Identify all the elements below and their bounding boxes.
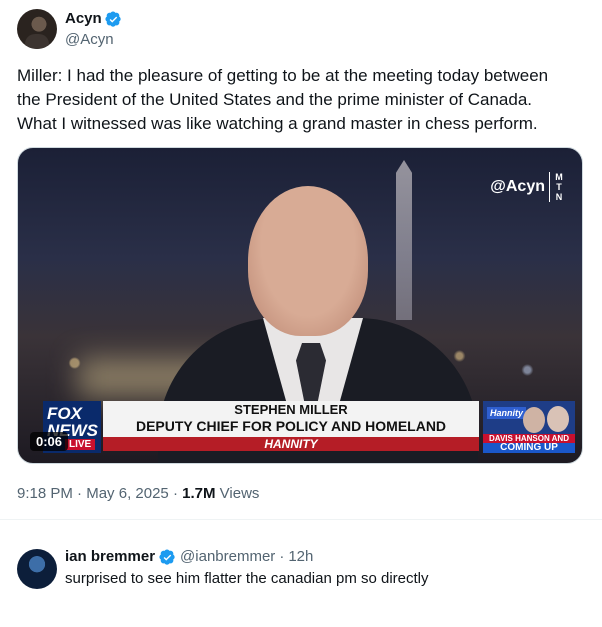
coming-up-promo: Hannity DAVIS HANSON AND PRIEBUS COMING … xyxy=(483,401,575,453)
video-watermark: @Acyn M T N xyxy=(490,172,564,202)
author-name-row: Acyn xyxy=(65,10,122,28)
reply-author-row: ian bremmer @ianbremmer · 12h xyxy=(65,548,313,566)
promo-guest-photo xyxy=(547,406,569,432)
reply-text: surprised to see him flatter the canadia… xyxy=(65,570,429,587)
promo-coming-up: COMING UP xyxy=(483,443,575,453)
tweet-text-line: Miller: I had the pleasure of getting to… xyxy=(17,66,549,85)
tweet-time[interactable]: 9:18 PM xyxy=(17,485,73,502)
views-label: Views xyxy=(219,485,260,502)
main-tweet[interactable]: Acyn @Acyn Miller: I had the pleasure of… xyxy=(0,0,602,520)
verified-badge-icon xyxy=(105,10,121,27)
reply-tweet[interactable]: ian bremmer @ianbremmer · 12h surprised … xyxy=(0,538,602,598)
video-person-head xyxy=(248,186,368,336)
tweet-text-line: What I witnessed was like watching a gra… xyxy=(17,114,538,133)
video-background-monument xyxy=(396,160,412,320)
reply-handle[interactable]: @ianbremmer xyxy=(180,548,275,566)
reply-display-name[interactable]: ian bremmer xyxy=(65,548,155,566)
tweet-text-line: the President of the United States and t… xyxy=(17,90,533,109)
author-display-name[interactable]: Acyn xyxy=(65,10,102,28)
author-handle[interactable]: @Acyn xyxy=(65,31,114,49)
reply-separator: · xyxy=(279,548,285,565)
verified-badge-icon xyxy=(159,548,175,565)
watermark-divider xyxy=(549,172,550,202)
chyron-name: STEPHEN MILLER xyxy=(234,402,348,417)
author-avatar[interactable] xyxy=(17,9,57,49)
video-player[interactable]: @Acyn M T N FOX NEWS LIVE STEPHEN MILLER… xyxy=(17,147,583,464)
tweet-text: Miller: I had the pleasure of getting to… xyxy=(17,64,587,136)
chyron: STEPHEN MILLER DEPUTY CHIEF FOR POLICY A… xyxy=(103,401,479,452)
tweet-meta: 9:18 PM · May 6, 2025 · 1.7M Views xyxy=(17,484,259,504)
reply-author-avatar[interactable] xyxy=(17,549,57,589)
chyron-show-name: HANNITY xyxy=(103,437,479,451)
watermark-mtn: M T N xyxy=(555,172,563,202)
tweet-date[interactable]: May 6, 2025 xyxy=(86,485,169,502)
fox-logo-top: FOX xyxy=(47,404,82,423)
views-count[interactable]: 1.7M xyxy=(182,485,215,502)
reply-age[interactable]: 12h xyxy=(288,548,313,566)
meta-separator: · xyxy=(77,485,83,502)
meta-separator: · xyxy=(172,485,178,502)
promo-guest-photo xyxy=(523,407,545,433)
promo-show-tag: Hannity xyxy=(487,407,527,419)
fox-live-tag: LIVE xyxy=(65,439,96,450)
video-lower-third: FOX NEWS LIVE STEPHEN MILLER DEPUTY CHIE… xyxy=(43,401,575,453)
watermark-handle: @Acyn xyxy=(490,178,545,195)
video-duration-badge: 0:06 xyxy=(30,432,69,451)
